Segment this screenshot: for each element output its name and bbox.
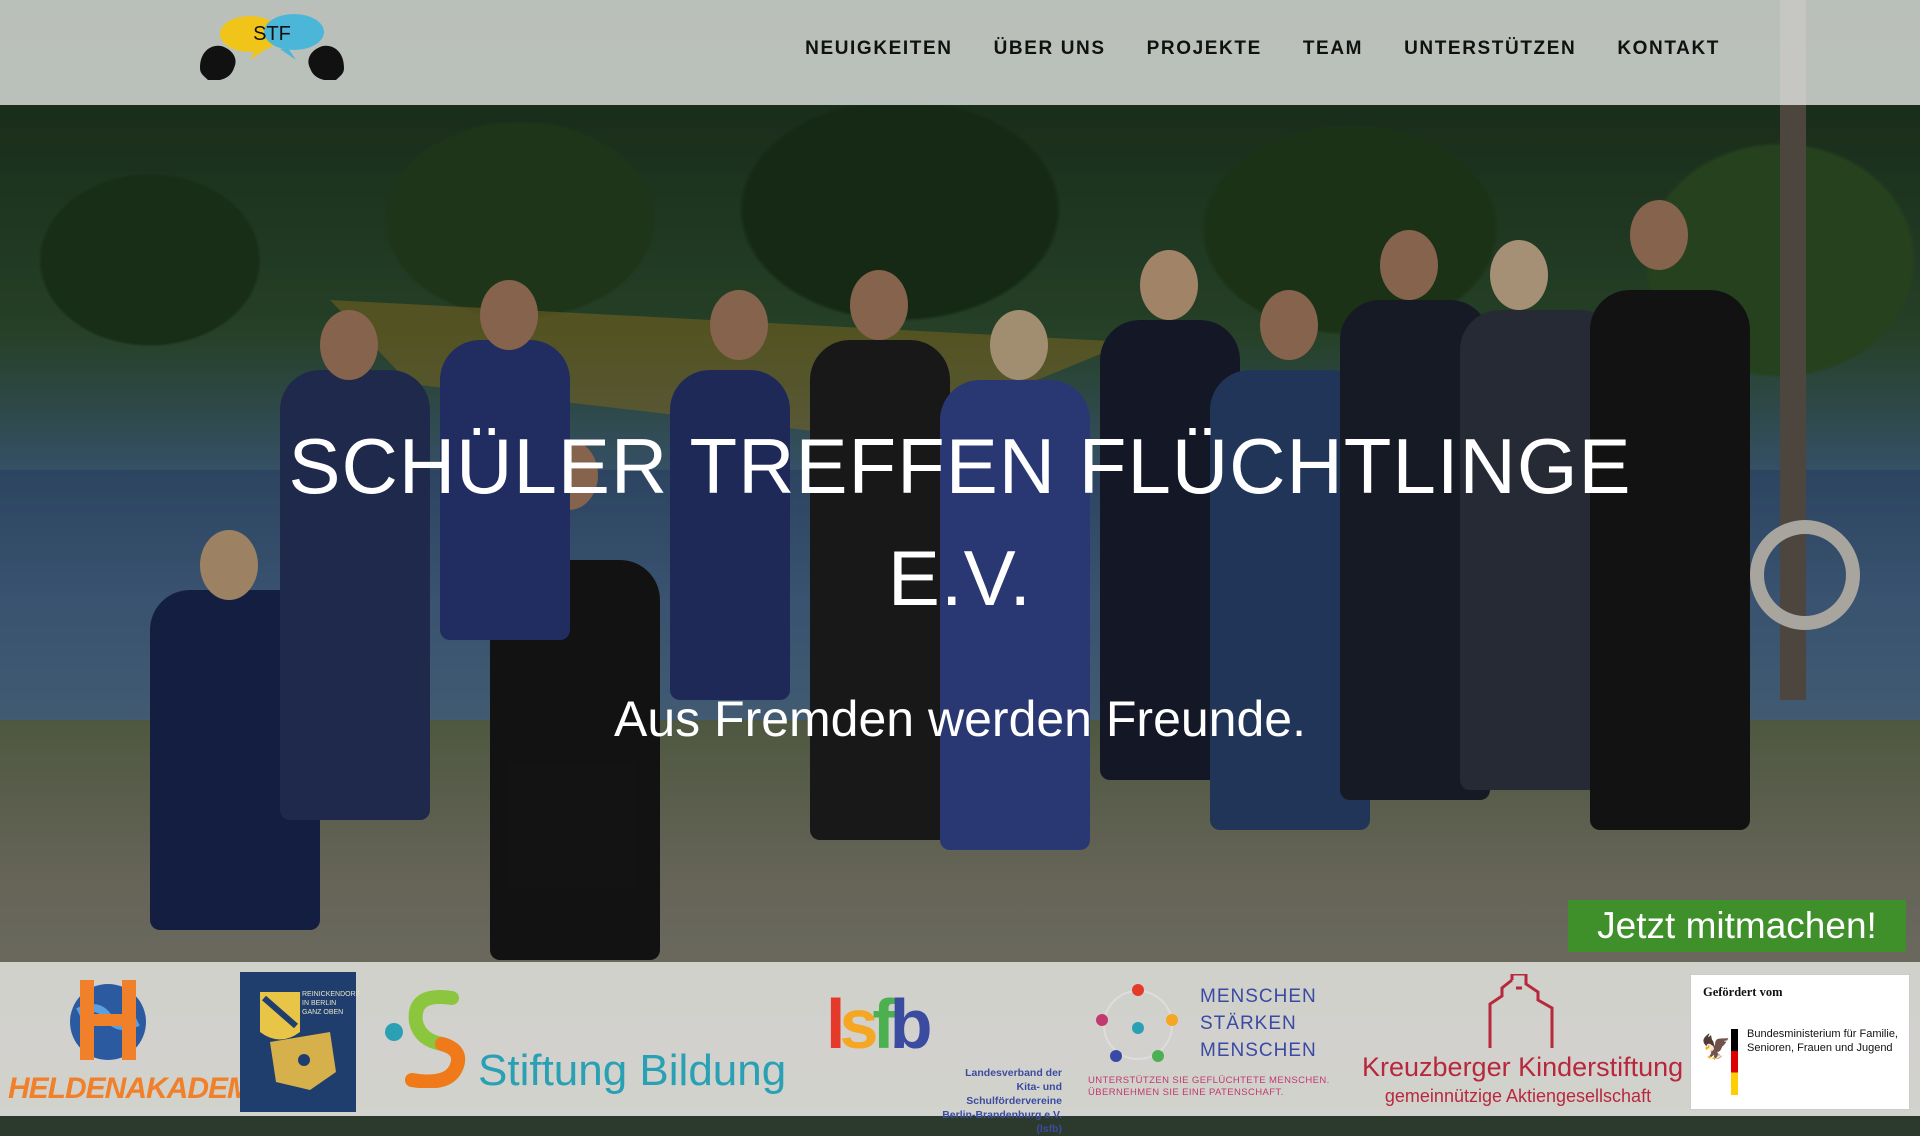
nav-item-kontakt[interactable]: KONTAKT: [1617, 38, 1720, 60]
site-header: STF NEUIGKEITEN ÜBER UNS PROJEKTE TEAM U…: [0, 0, 1920, 105]
msm-line1: MENSCHEN: [1200, 986, 1317, 1007]
nav-item-team[interactable]: TEAM: [1303, 38, 1363, 60]
sponsor-menschen-staerken-menschen[interactable]: MENSCHEN STÄRKEN MENSCHEN UNTERSTÜTZEN S…: [1088, 980, 1350, 1110]
german-flag-icon: [1731, 1029, 1738, 1095]
lsfb-label: Landesverband der Kita- und Schulförderv…: [942, 1067, 1062, 1135]
hero-tagline: Aus Fremden werden Freunde.: [613, 691, 1307, 747]
federal-eagle-icon: 🦅: [1701, 1034, 1731, 1061]
nav-item-projekte[interactable]: PROJEKTE: [1147, 38, 1262, 60]
sponsor-kreuzberger-kinderstiftung[interactable]: Kreuzberger Kinderstiftung gemeinnützige…: [1362, 972, 1684, 1114]
msm-subtitle: UNTERSTÜTZEN SIE GEFLÜCHTETE MENSCHEN. Ü…: [1088, 1075, 1330, 1098]
sponsor-heldenakademie[interactable]: HELDENAKADEMIE: [8, 972, 278, 1110]
sponsor-stiftung-bildung[interactable]: Stiftung Bildung: [382, 988, 802, 1098]
nav-item-ueber-uns[interactable]: ÜBER UNS: [994, 38, 1106, 60]
heldenakademie-globe-icon: [70, 980, 146, 1060]
sponsor-bmfsfj[interactable]: Gefördert vom 🦅 Bundesministerium für Fa…: [1690, 974, 1910, 1110]
stiftung-bildung-label: Stiftung Bildung: [478, 1046, 787, 1095]
reinickendorf-label: REINICKENDORF IN BERLIN GANZ OBEN: [302, 991, 360, 1016]
stf-logo[interactable]: STF: [198, 8, 346, 82]
nav-item-neuigkeiten[interactable]: NEUIGKEITEN: [805, 38, 952, 60]
join-now-button[interactable]: Jetzt mitmachen!: [1568, 900, 1906, 952]
hero-title-line1: SCHÜLER TREFFEN FLÜCHTLINGE: [288, 422, 1632, 510]
kreuzberger-subtitle: gemeinnützige Aktiengesellschaft: [1384, 1086, 1652, 1106]
sponsor-strip: HELDENAKADEMIE REINICKENDORF IN BERLIN G…: [0, 962, 1920, 1135]
house-outline-icon: [1488, 972, 1554, 1048]
msm-line2: STÄRKEN: [1200, 1013, 1297, 1034]
sponsor-lsfb[interactable]: lsfb lsfb Landesverband der Kita- und Sc…: [826, 984, 1062, 1135]
bmfsfj-label: Bundesministerium für Familie, Senioren,…: [1747, 1028, 1898, 1054]
people-circle-icon: [1096, 984, 1178, 1062]
bmfsfj-heading: Gefördert vom: [1703, 985, 1783, 999]
nav-item-unterstuetzen[interactable]: UNTERSTÜTZEN: [1404, 38, 1576, 60]
sponsor-reinickendorf[interactable]: REINICKENDORF IN BERLIN GANZ OBEN: [240, 972, 360, 1112]
main-nav: NEUIGKEITEN ÜBER UNS PROJEKTE TEAM UNTER…: [805, 38, 1720, 60]
stiftung-bildung-icon: [385, 990, 466, 1089]
heldenakademie-label: HELDENAKADEMIE: [8, 1072, 278, 1105]
hero-title: SCHÜLER TREFFEN FLÜCHTLINGE E.V.: [0, 410, 1920, 634]
hero-title-line2: E.V.: [887, 534, 1033, 622]
kreuzberger-title: Kreuzberger Kinderstiftung: [1362, 1052, 1684, 1082]
logo-text: STF: [253, 23, 291, 45]
lsfb-logo: lsfb: [826, 985, 932, 1063]
msm-line3: MENSCHEN: [1200, 1040, 1317, 1061]
